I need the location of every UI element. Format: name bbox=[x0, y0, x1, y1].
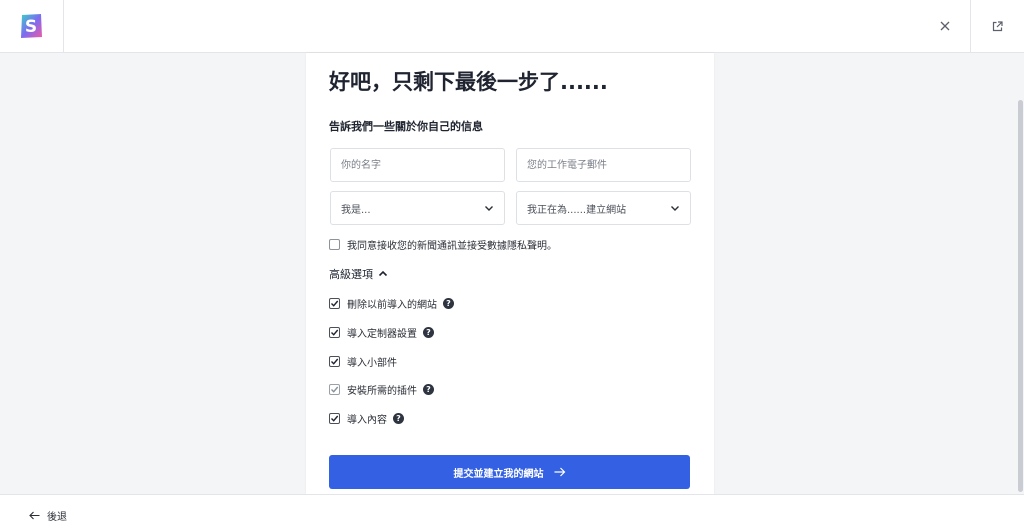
option-row-content[interactable]: 導入內容 ? bbox=[329, 411, 404, 426]
scrollbar-thumb[interactable] bbox=[1018, 100, 1023, 492]
purpose-select-value: 我正在為......建立網站 bbox=[527, 204, 627, 216]
option-label: 安裝所需的插件 bbox=[347, 386, 417, 397]
checkmark-icon bbox=[331, 329, 339, 336]
option-checkbox[interactable] bbox=[329, 298, 340, 309]
option-label: 導入定制器設置 bbox=[347, 329, 417, 340]
open-external-button[interactable] bbox=[970, 0, 1024, 52]
role-select[interactable]: 我是... bbox=[330, 191, 505, 225]
checkmark-icon bbox=[331, 386, 339, 393]
chevron-down-icon bbox=[485, 206, 493, 211]
advanced-options-label: 高級選項 bbox=[329, 268, 373, 281]
consent-checkbox[interactable] bbox=[329, 239, 340, 250]
advanced-options-toggle[interactable]: 高級選項 bbox=[329, 266, 388, 282]
consent-label: 我同意接收您的新聞通訊並接受數據隱私聲明。 bbox=[347, 241, 557, 252]
bottom-bar bbox=[0, 494, 1024, 532]
close-button[interactable] bbox=[920, 0, 970, 52]
back-button[interactable]: 後退 bbox=[29, 508, 67, 523]
chevron-up-icon bbox=[378, 270, 388, 277]
back-label: 後退 bbox=[47, 512, 67, 523]
svg-text:S: S bbox=[25, 17, 37, 37]
option-row-plugins[interactable]: 安裝所需的插件 ? bbox=[329, 382, 434, 397]
consent-checkbox-row[interactable]: 我同意接收您的新聞通訊並接受數據隱私聲明。 bbox=[329, 237, 557, 252]
option-checkbox[interactable] bbox=[329, 327, 340, 338]
submit-label: 提交並建立我的網站 bbox=[453, 468, 544, 480]
checkmark-icon bbox=[331, 300, 339, 307]
name-input[interactable] bbox=[330, 148, 505, 182]
option-row-delete-previous[interactable]: 刪除以前導入的網站 ? bbox=[329, 296, 454, 311]
arrow-right-icon bbox=[554, 467, 565, 477]
option-checkbox[interactable] bbox=[329, 356, 340, 367]
external-link-icon bbox=[992, 20, 1003, 31]
logo-cell: S bbox=[0, 0, 64, 52]
email-input[interactable] bbox=[516, 148, 691, 182]
role-select-value: 我是... bbox=[341, 204, 371, 216]
chevron-down-icon bbox=[671, 206, 679, 211]
option-checkbox[interactable] bbox=[329, 413, 340, 424]
checkmark-icon bbox=[331, 358, 339, 365]
help-icon[interactable]: ? bbox=[393, 413, 404, 424]
checkmark-icon bbox=[331, 415, 339, 422]
option-row-customizer[interactable]: 導入定制器設置 ? bbox=[329, 325, 434, 340]
help-icon[interactable]: ? bbox=[423, 384, 434, 395]
option-label: 刪除以前導入的網站 bbox=[347, 300, 437, 311]
help-icon[interactable]: ? bbox=[423, 327, 434, 338]
brand-s-logo-icon: S bbox=[21, 14, 42, 38]
option-label: 導入小部件 bbox=[347, 358, 397, 369]
option-checkbox[interactable] bbox=[329, 384, 340, 395]
option-row-widgets[interactable]: 導入小部件 bbox=[329, 354, 397, 369]
page-title: 好吧，只剩下最後一步了...... bbox=[329, 70, 608, 94]
arrow-left-icon bbox=[29, 511, 40, 520]
close-icon bbox=[940, 21, 950, 31]
top-bar bbox=[0, 0, 1024, 53]
purpose-select[interactable]: 我正在為......建立網站 bbox=[516, 191, 691, 225]
submit-build-button[interactable]: 提交並建立我的網站 bbox=[329, 455, 690, 489]
help-icon[interactable]: ? bbox=[443, 298, 454, 309]
option-label: 導入內容 bbox=[347, 415, 387, 426]
section-title: 告訴我們一些關於你自己的信息 bbox=[329, 120, 483, 133]
